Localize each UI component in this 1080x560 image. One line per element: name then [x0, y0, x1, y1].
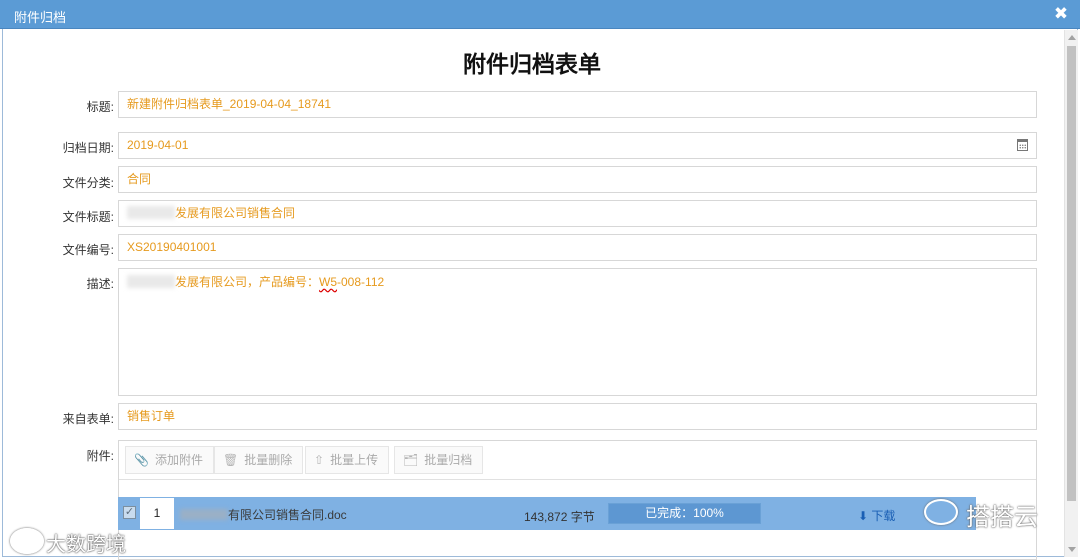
title-label: 标题: — [86, 100, 114, 114]
add-attachment-button[interactable]: 📎 添加附件 — [125, 446, 214, 474]
redacted-text — [127, 206, 175, 219]
add-attachment-label: 添加附件 — [154, 453, 203, 467]
download-link[interactable]: ⬇ 下载 — [858, 507, 895, 524]
attachment-size: 143,872 字节 — [524, 510, 595, 524]
archive-date-label: 归档日期: — [62, 141, 114, 155]
batch-upload-label: 批量上传 — [330, 453, 379, 467]
form-title: 附件归档表单 — [463, 51, 601, 77]
description-mark: W5 — [319, 275, 338, 289]
batch-delete-label: 批量删除 — [244, 453, 293, 467]
row-checkbox[interactable]: ✓ — [123, 506, 136, 519]
doc-title-value: 发展有限公司销售合同 — [175, 206, 296, 220]
close-icon[interactable]: ✖ — [1052, 4, 1070, 24]
batch-archive-label: 批量归档 — [424, 453, 473, 467]
redacted-text — [180, 509, 228, 520]
watermark-right: 搭搭云 — [918, 493, 1048, 533]
watermark-left: 大数跨境 — [6, 524, 146, 556]
scroll-up-icon[interactable] — [1068, 35, 1076, 40]
scroll-down-icon[interactable] — [1068, 547, 1076, 552]
description-label: 描述: — [86, 277, 114, 291]
archive-date-value: 2019-04-01 — [127, 138, 189, 152]
watermark-right-text: 搭搭云 — [966, 504, 1038, 531]
doc-title-label: 文件标题: — [62, 210, 114, 224]
scrollbar-thumb[interactable] — [1067, 46, 1076, 501]
download-label: 下载 — [871, 509, 896, 523]
window-titlebar: 附件归档 ✖ — [0, 0, 1080, 29]
vertical-scrollbar[interactable] — [1064, 30, 1078, 557]
doc-title-field[interactable]: 发展有限公司销售合同 — [118, 200, 1037, 227]
redacted-text — [127, 275, 175, 288]
upload-progress-bar: 已完成：100% — [608, 503, 761, 524]
batch-archive-button[interactable]: 🗂 批量归档 — [394, 446, 484, 474]
attachment-filename: 有限公司销售合同.doc — [228, 508, 347, 522]
trash-icon: 🗑 — [223, 453, 239, 467]
category-label: 文件分类: — [62, 176, 114, 190]
batch-delete-button[interactable]: 🗑 批量删除 — [214, 446, 304, 474]
watermark-logo-icon — [10, 528, 44, 554]
upload-icon: ⇧ — [314, 453, 325, 467]
download-icon: ⬇ — [858, 509, 869, 523]
category-field[interactable]: 合同 — [118, 166, 1037, 193]
window-title: 附件归档 — [14, 10, 67, 25]
batch-upload-button[interactable]: ⇧ 批量上传 — [305, 446, 390, 474]
calendar-icon[interactable] — [1017, 139, 1028, 151]
source-form-field[interactable]: 销售订单 — [118, 403, 1037, 430]
description-textarea[interactable]: 发展有限公司，产品编号：W5-008-112 — [118, 268, 1037, 396]
progress-status: 已完成：100% — [645, 506, 724, 520]
doc-number-label: 文件编号: — [62, 243, 114, 257]
doc-number-field[interactable]: XS20190401001 — [118, 234, 1037, 261]
wechat-icon — [924, 499, 958, 525]
folder-open-icon: 🗂 — [403, 453, 419, 467]
description-suffix: -008-112 — [337, 275, 385, 289]
paperclip-icon: 📎 — [134, 453, 149, 467]
attachment-row[interactable]: ✓ 1 有限公司销售合同.doc 143,872 字节 已完成：100% ⬇ 下… — [118, 497, 976, 530]
archive-date-field[interactable]: 2019-04-01 — [118, 132, 1037, 159]
description-prefix: 发展有限公司，产品编号： — [175, 275, 320, 289]
title-field[interactable]: 新建附件归档表单_2019-04-04_18741 — [118, 91, 1037, 118]
source-form-label: 来自表单: — [62, 412, 114, 426]
toolbar-divider — [119, 479, 1036, 480]
attachments-label: 附件: — [86, 449, 114, 463]
watermark-left-text: 大数跨境 — [46, 534, 126, 556]
